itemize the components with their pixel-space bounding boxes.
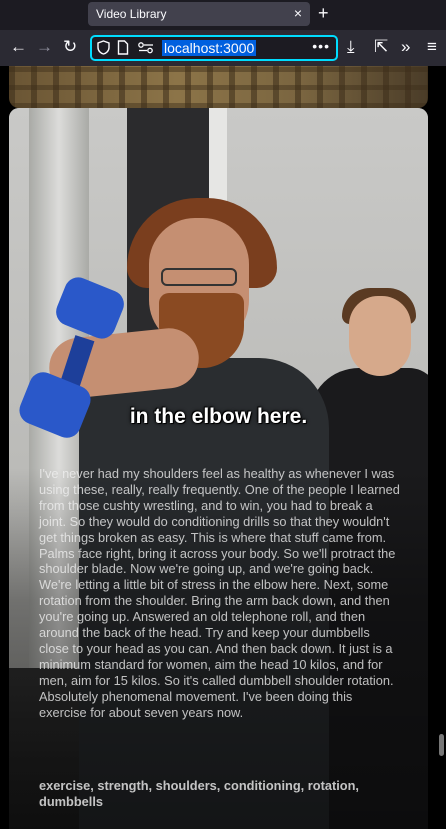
video-card[interactable]: in the elbow here. I've never had my sho… [9, 108, 428, 829]
reload-icon[interactable]: ↻ [63, 37, 77, 57]
tab-bar: Video Library × + [0, 0, 446, 30]
tab-video-library[interactable]: Video Library × [88, 2, 310, 26]
permissions-icon[interactable] [137, 40, 155, 58]
scene-glasses [161, 268, 237, 286]
scrollbar-thumb[interactable] [439, 734, 444, 756]
page-actions-icon[interactable]: ••• [312, 38, 330, 54]
url-text[interactable]: localhost:3000 [162, 40, 257, 56]
new-tab-icon[interactable]: + [318, 4, 329, 22]
video-caption: in the elbow here. [129, 405, 308, 428]
scene-face [349, 296, 411, 376]
scrollbar[interactable] [436, 66, 446, 829]
page-viewport: in the elbow here. I've never had my sho… [0, 66, 446, 829]
page-icon[interactable] [117, 40, 129, 58]
shield-icon[interactable] [97, 40, 110, 58]
previous-video-card[interactable] [9, 66, 428, 108]
back-icon[interactable]: ← [10, 37, 27, 57]
nav-bar: ← → ↻ localhost:3000 ••• ⤓ ⇱ » ≡ [0, 30, 446, 66]
download-icon[interactable]: ⤓ [347, 37, 355, 57]
video-tags: exercise, strength, shoulders, condition… [39, 778, 359, 809]
extensions-icon[interactable]: ⇱ [374, 37, 388, 57]
tab-title: Video Library [96, 7, 167, 21]
overflow-icon[interactable]: » [401, 37, 410, 57]
url-bar[interactable]: localhost:3000 ••• [90, 35, 338, 61]
tab-close-icon[interactable]: × [294, 5, 302, 21]
forward-icon[interactable]: → [36, 37, 53, 57]
menu-icon[interactable]: ≡ [427, 37, 437, 57]
video-transcript: I've never had my shoulders feel as heal… [39, 466, 400, 720]
